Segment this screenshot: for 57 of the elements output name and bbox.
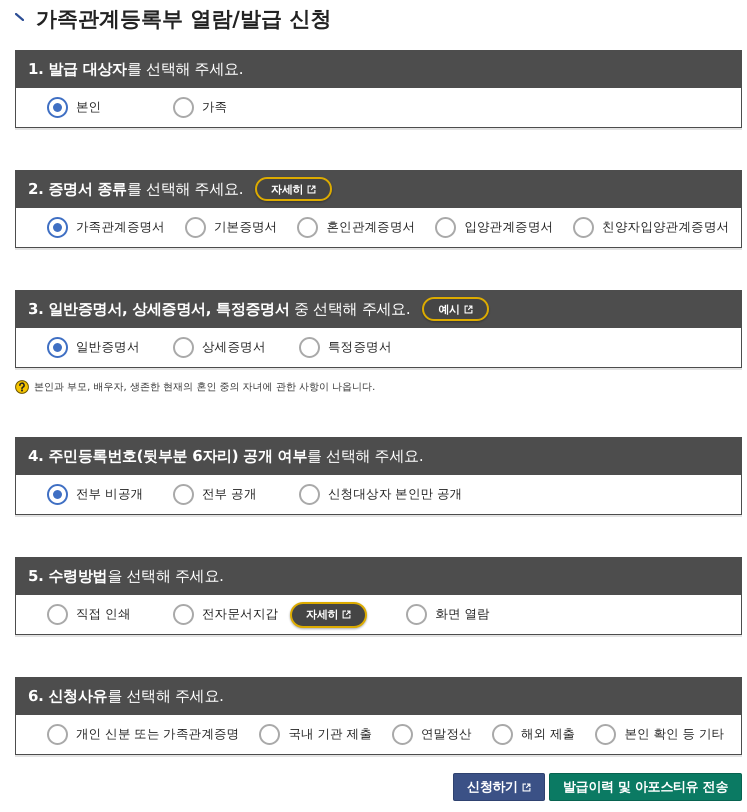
radio-button[interactable] xyxy=(406,604,428,625)
radio-button[interactable] xyxy=(47,217,68,238)
section-title: 3. 일반증명서, 상세증명서, 특정증명서 중 선택해 주세요. xyxy=(28,300,410,318)
option-label[interactable]: 입양관계증명서 xyxy=(464,219,554,236)
option-label[interactable]: 화면 열람 xyxy=(435,606,490,623)
option-label[interactable]: 가족관계증명서 xyxy=(76,219,165,236)
section-title: 4. 주민등록번호(뒷부분 6자리) 공개 여부를 선택해 주세요. xyxy=(28,446,424,466)
option-label[interactable]: 직접 인쇄 xyxy=(76,606,130,623)
option-label[interactable]: 국내 기관 제출 xyxy=(288,726,372,743)
page-title: 가족관계등록부 열람/발급 신청 xyxy=(36,6,332,33)
section-title: 6. 신청사유를 선택해 주세요. xyxy=(28,686,224,706)
option-label[interactable]: 전부 비공개 xyxy=(76,486,144,503)
option-label[interactable]: 본인 xyxy=(76,99,102,116)
radio-button[interactable] xyxy=(299,337,320,358)
radio-button[interactable] xyxy=(184,217,206,238)
option-label[interactable]: 연말정산 xyxy=(420,726,472,743)
radio-button[interactable] xyxy=(595,724,616,745)
section-title: 1. 발급 대상자를 선택해 주세요. xyxy=(28,60,244,78)
diagonal-stroke-icon xyxy=(15,13,24,21)
radio-button[interactable] xyxy=(573,217,594,238)
radio-button[interactable] xyxy=(173,97,194,118)
radio-button[interactable] xyxy=(47,484,68,505)
details-button[interactable]: 예시 xyxy=(422,297,489,321)
option-label[interactable]: 신청대상자 본인만 공개 xyxy=(328,486,462,503)
option-label[interactable]: 전자문서지갑 xyxy=(202,606,278,623)
history-send-button[interactable]: 발급이력 및 아포스티유 전송 xyxy=(548,773,742,801)
help-icon xyxy=(15,380,29,394)
radio-button[interactable] xyxy=(47,337,68,358)
option-label[interactable]: 일반증명서 xyxy=(76,339,140,356)
radio-button[interactable] xyxy=(392,724,413,745)
radio-button[interactable] xyxy=(47,724,68,745)
apply-button[interactable]: 신청하기 xyxy=(453,773,545,801)
radio-button[interactable] xyxy=(173,484,194,505)
radio-button[interactable] xyxy=(173,337,194,358)
option-label[interactable]: 상세증명서 xyxy=(202,339,266,356)
option-label[interactable]: 전부 공개 xyxy=(202,486,256,503)
details-button[interactable]: 자세히 xyxy=(290,602,368,628)
radio-button[interactable] xyxy=(47,604,68,625)
option-label[interactable]: 혼인관계증명서 xyxy=(326,219,416,236)
radio-button[interactable] xyxy=(435,217,456,238)
radio-button[interactable] xyxy=(259,724,280,745)
option-label[interactable]: 가족 xyxy=(202,99,228,116)
option-label[interactable]: 해외 제출 xyxy=(520,726,576,743)
radio-button[interactable] xyxy=(492,724,513,745)
section-title: 2. 증명서 종류를 선택해 주세요. xyxy=(28,180,244,198)
radio-button[interactable] xyxy=(297,217,318,238)
section-title: 5. 수령방법을 선택해 주세요. xyxy=(28,566,224,586)
details-button[interactable]: 자세히 xyxy=(255,177,332,201)
radio-button[interactable] xyxy=(47,97,68,118)
option-label[interactable]: 본인 확인 등 기타 xyxy=(624,726,724,743)
option-label[interactable]: 기본증명서 xyxy=(214,219,278,236)
radio-button[interactable] xyxy=(173,604,194,625)
option-label[interactable]: 개인 신분 또는 가족관계증명 xyxy=(76,726,240,743)
option-label[interactable]: 특정증명서 xyxy=(328,339,392,356)
note-text: 본인과 부모, 배우자, 생존한 현재의 혼인 중의 자녀에 관한 사항이 나옵니다. xyxy=(34,381,376,394)
radio-button[interactable] xyxy=(299,484,320,505)
option-label[interactable]: 친양자입양관계증명서 xyxy=(602,219,730,236)
